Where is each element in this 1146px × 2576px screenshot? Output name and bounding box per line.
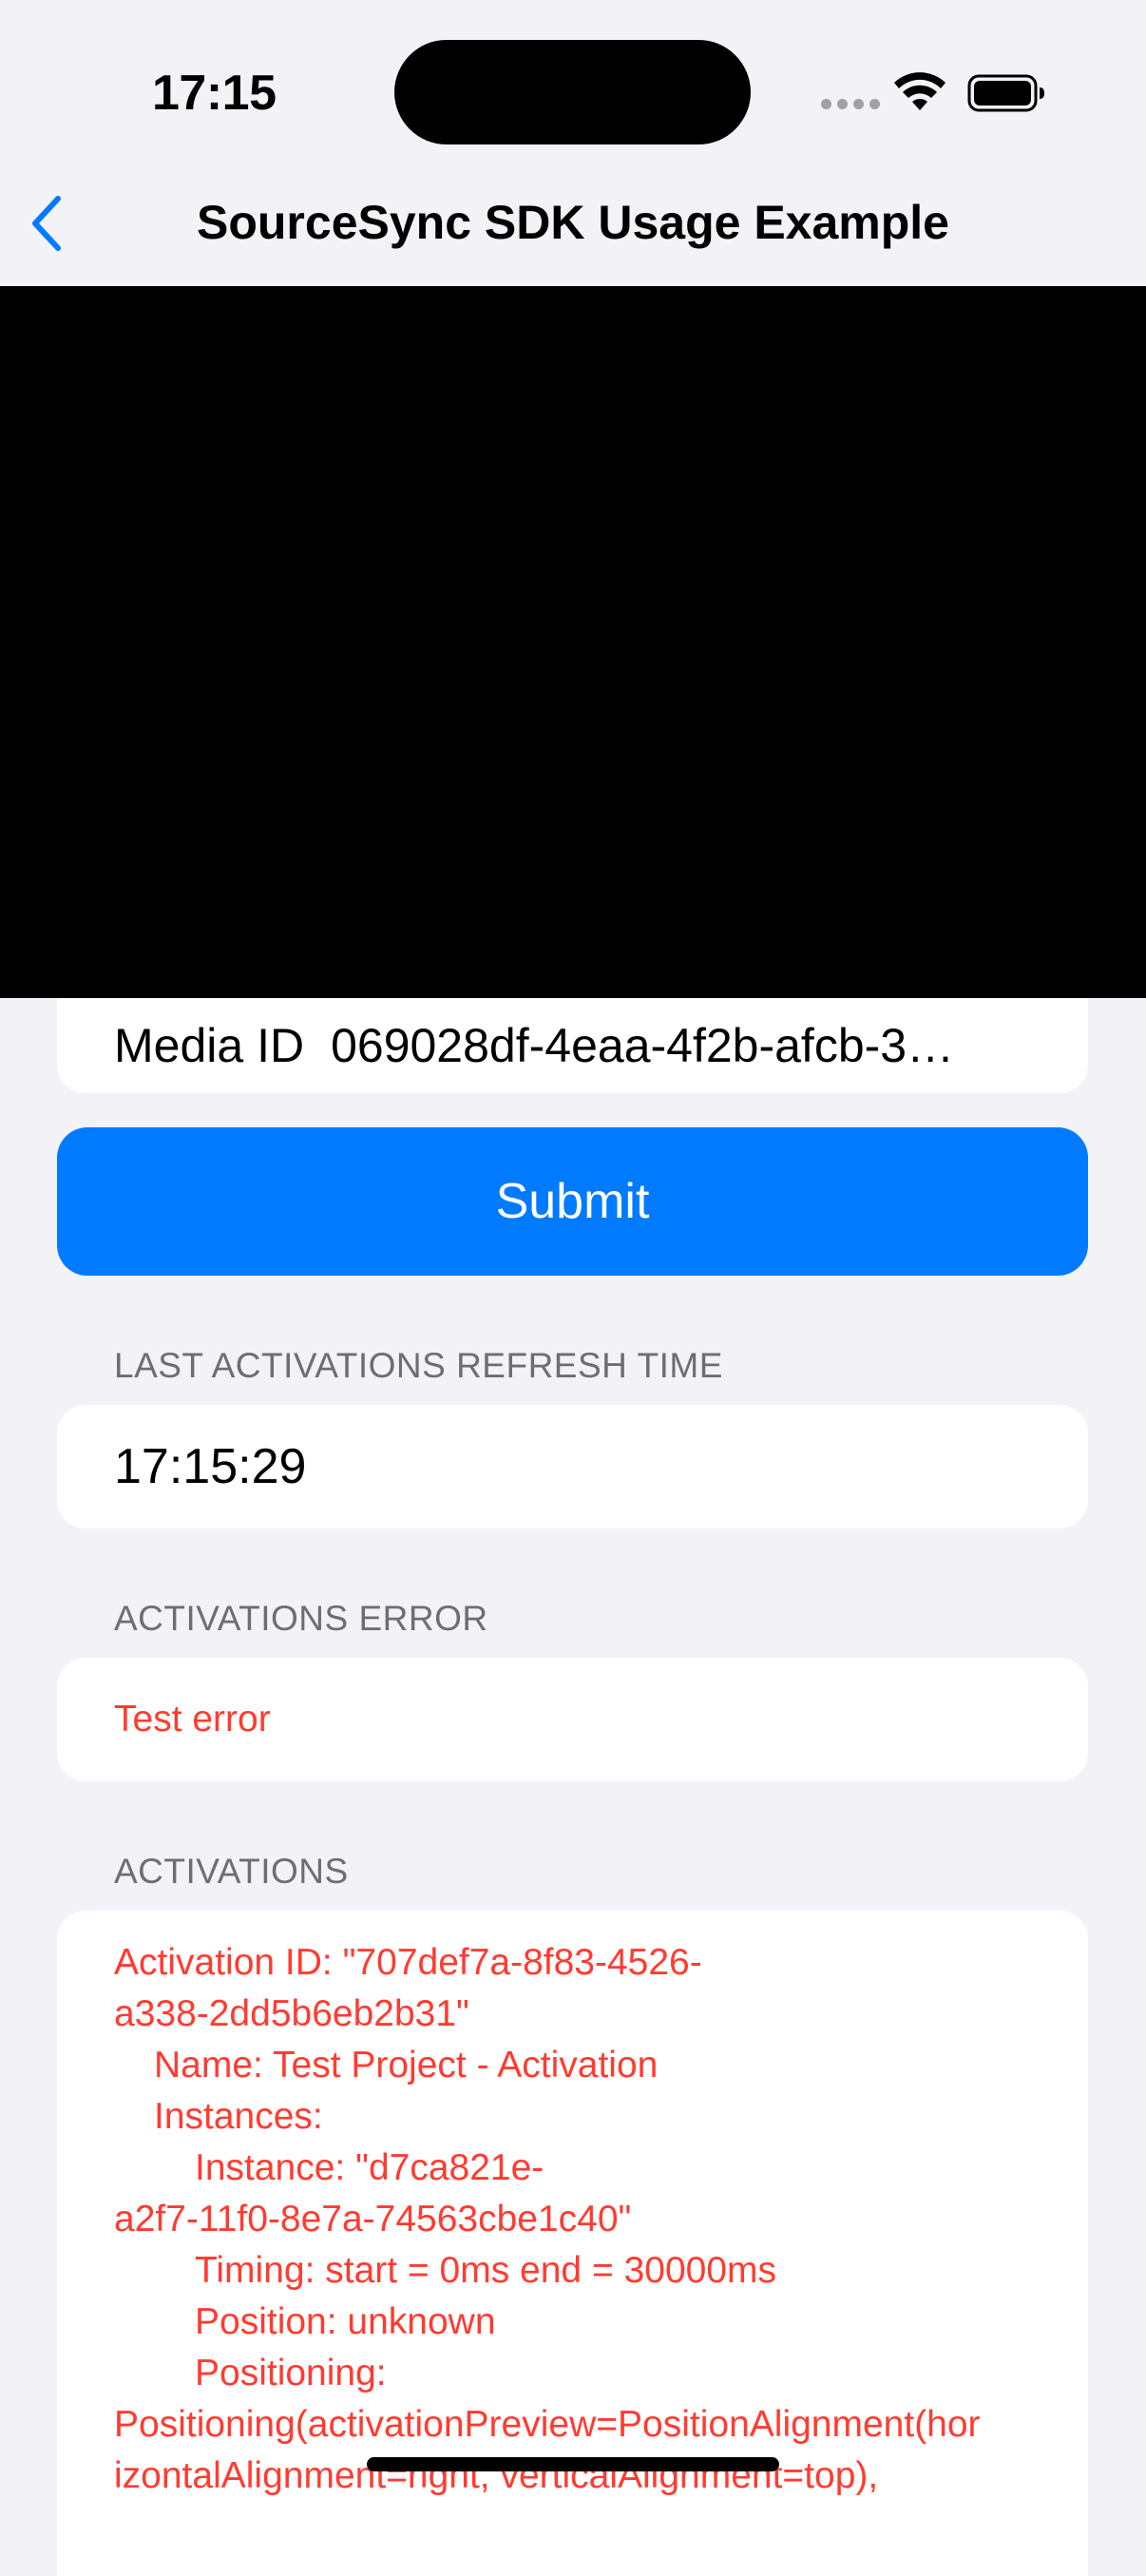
page-title: SourceSync SDK Usage Example	[197, 196, 949, 249]
status-bar: 17:15	[0, 0, 1146, 171]
media-id-label: Media ID	[114, 1019, 305, 1072]
activations-header: ACTIVATIONS	[114, 1852, 349, 1891]
activations-error-card: Test error	[57, 1658, 1088, 1781]
refresh-time-header: LAST ACTIVATIONS REFRESH TIME	[114, 1346, 723, 1385]
positioning-value-line: Positioning(activationPreview=PositionAl…	[114, 2404, 981, 2445]
media-id-row[interactable]: Media ID 069028df-4eaa-4f2b-afcb-3…	[57, 998, 1088, 1093]
home-indicator[interactable]	[367, 2457, 779, 2471]
activation-name-line: Name: Test Project - Activation	[154, 2045, 659, 2086]
refresh-time-card: 17:15:29	[57, 1405, 1088, 1528]
activations-card: Activation ID: "707def7a-8f83-4526- a338…	[57, 1911, 1088, 2576]
submit-button[interactable]: Submit	[57, 1127, 1088, 1276]
error-text: Test error	[114, 1699, 271, 1740]
status-time: 17:15	[152, 66, 277, 121]
cellular-signal-icon	[821, 99, 880, 109]
media-id-value: 069028df-4eaa-4f2b-afcb-3…	[331, 1019, 955, 1072]
timing-line: Timing: start = 0ms end = 30000ms	[195, 2250, 777, 2291]
activation-id-line-cont: a338-2dd5b6eb2b31"	[114, 1993, 469, 2034]
positioning-label-line: Positioning:	[195, 2353, 387, 2393]
activation-id-line: Activation ID: "707def7a-8f83-4526-	[114, 1942, 702, 1983]
wifi-icon	[894, 72, 945, 110]
instance-id-line: Instance: "d7ca821e-	[195, 2147, 544, 2188]
refresh-time-value: 17:15:29	[114, 1439, 307, 1494]
instances-line: Instances:	[154, 2096, 323, 2137]
instance-id-line-cont: a2f7-11f0-8e7a-74563cbe1c40"	[114, 2199, 632, 2240]
activations-error-header: ACTIVATIONS ERROR	[114, 1599, 488, 1638]
position-line: Position: unknown	[195, 2301, 496, 2342]
battery-icon	[967, 74, 1044, 112]
video-player[interactable]	[0, 286, 1146, 998]
dynamic-island	[394, 40, 751, 144]
